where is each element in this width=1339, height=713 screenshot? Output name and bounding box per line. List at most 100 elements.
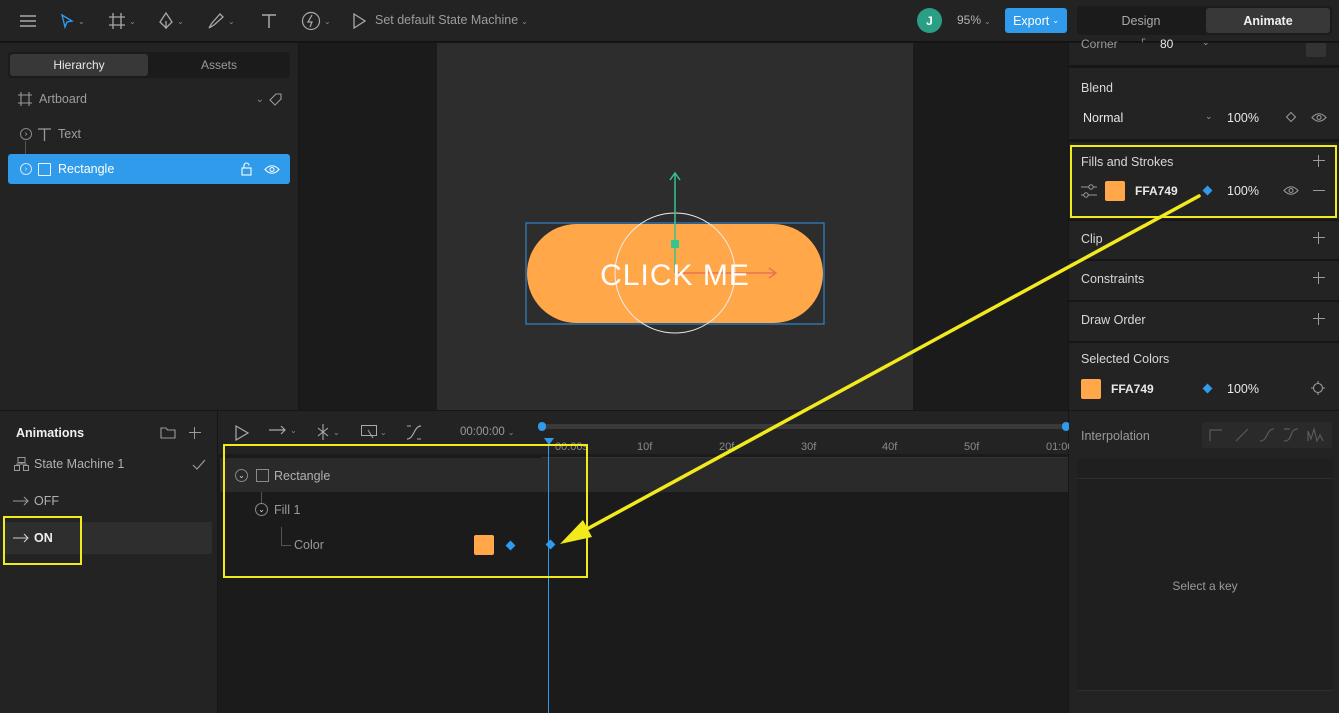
events-tool-button[interactable]: ⌄ (301, 10, 331, 32)
top-toolbar: ⌄ ⌄ ⌄ ⌄ ⌄ Set default State Machine ⌄ J 9… (0, 0, 1339, 42)
panel-tabs: Hierarchy Assets (8, 52, 290, 78)
work-area-start-handle[interactable] (538, 422, 546, 431)
pen-icon (159, 12, 173, 29)
loop-mode-button[interactable]: ⌄ (269, 425, 297, 435)
corner-radius-icon: ⌜ (1141, 38, 1147, 50)
keyframe-icon[interactable] (1202, 383, 1213, 394)
text-icon (38, 127, 51, 141)
ruler-label: 40f (882, 441, 898, 453)
pointer-icon (60, 13, 74, 29)
highlight-box-on (3, 516, 82, 565)
selected-color-swatch[interactable] (1081, 379, 1101, 399)
selected-colors-section: Selected Colors FFA749 100% (1069, 343, 1339, 410)
hierarchy-item-text[interactable]: › Text (8, 119, 290, 149)
selected-color-hex[interactable]: FFA749 (1111, 382, 1154, 396)
zoom-value: 95% (957, 13, 982, 27)
hierarchy-item-label: Artboard (39, 92, 87, 106)
export-button[interactable]: Export ⌄ (1005, 8, 1067, 33)
hierarchy-item-label: Text (58, 127, 81, 141)
artboard[interactable]: CLICK ME (437, 43, 913, 410)
animation-item-state-machine[interactable]: State Machine 1 (8, 452, 212, 476)
hierarchy-item-artboard[interactable]: Artboard ⌄ (8, 84, 290, 114)
interpolation-icons (1209, 428, 1324, 442)
clip-title: Clip (1081, 232, 1103, 246)
hierarchy-panel: Hierarchy Assets Artboard ⌄ › Text › Rec… (0, 43, 298, 410)
arrow-right-icon (13, 496, 29, 506)
play-icon[interactable] (235, 425, 249, 441)
tab-assets[interactable]: Assets (150, 54, 288, 76)
origin-handle[interactable] (671, 240, 679, 248)
state-machine-selector[interactable]: Set default State Machine ⌄ (375, 13, 528, 27)
interpolation-graph: Select a key (1077, 479, 1333, 691)
select-tool-button[interactable]: ⌄ (59, 10, 85, 32)
interpolation-title: Interpolation (1081, 429, 1150, 443)
play-icon[interactable] (352, 10, 366, 32)
add-clip-icon[interactable] (1313, 232, 1325, 244)
inspector-panel: Corner ⌜ 80 ⌄ Blend Normal ⌄ 100% Fills … (1069, 37, 1339, 410)
interpolation-header (1077, 459, 1333, 479)
shape-tool-button[interactable]: ⌄ (207, 10, 235, 32)
selected-color-opacity[interactable]: 100% (1227, 382, 1259, 396)
stage-canvas[interactable]: CLICK ME (299, 43, 1068, 410)
selected-colors-title: Selected Colors (1081, 352, 1170, 366)
snap-button[interactable]: ⌄ (316, 424, 340, 440)
check-icon (192, 459, 206, 470)
ruler-label: 10f (637, 441, 653, 453)
blend-mode-select[interactable]: Normal (1083, 111, 1123, 125)
curve-icon[interactable] (406, 425, 422, 440)
highlight-box-track (223, 444, 588, 578)
linear-icon[interactable] (1235, 428, 1249, 442)
keyframe-empty-icon[interactable] (1286, 112, 1296, 122)
time-display[interactable]: 00:00:00 ⌄ (460, 426, 514, 438)
time-value: 00:00:00 (460, 426, 505, 438)
state-machine-icon (14, 457, 29, 471)
text-tool-button[interactable] (260, 10, 278, 32)
target-icon[interactable] (1311, 381, 1325, 395)
expand-icon[interactable]: › (20, 128, 32, 140)
animate-mode-tab[interactable]: Animate (1206, 8, 1330, 33)
highlight-box-fills (1070, 145, 1337, 218)
unlock-icon[interactable] (241, 162, 252, 176)
add-draw-order-icon[interactable] (1313, 313, 1325, 325)
corner-value[interactable]: 80 (1160, 37, 1173, 51)
avatar[interactable]: J (917, 8, 942, 33)
animation-label: OFF (34, 494, 59, 508)
tag-icon[interactable] (269, 92, 282, 106)
pen-tool-button[interactable]: ⌄ (158, 10, 184, 32)
time-ruler[interactable]: 00:00s 10f 20f 30f 40f 50f 01:00 (541, 438, 1074, 458)
artboard-icon (109, 13, 125, 29)
blend-opacity[interactable]: 100% (1227, 111, 1259, 125)
draw-order-section: Draw Order (1069, 302, 1339, 341)
artboard-tool-button[interactable]: ⌄ (108, 10, 136, 32)
chevron-down-icon[interactable]: ⌄ (1202, 37, 1210, 48)
add-constraint-icon[interactable] (1313, 272, 1325, 284)
expand-icon[interactable]: › (20, 163, 32, 175)
chevron-down-icon[interactable]: ⌄ (1205, 111, 1213, 122)
chevron-down-icon[interactable]: ⌄ (256, 94, 264, 105)
elastic-icon[interactable] (1283, 428, 1299, 442)
animation-item-off[interactable]: OFF (8, 489, 212, 513)
add-animation-icon[interactable] (189, 427, 201, 439)
hierarchy-item-rectangle[interactable]: › Rectangle (8, 154, 290, 184)
constraints-section: Constraints (1069, 261, 1339, 300)
ruler-label: 20f (719, 441, 735, 453)
text-tool-icon (262, 14, 276, 28)
eye-icon[interactable] (264, 164, 280, 175)
cubic-icon[interactable] (1259, 428, 1275, 442)
design-mode-tab[interactable]: Design (1079, 8, 1203, 33)
ruler-label: 50f (964, 441, 980, 453)
blend-title: Blend (1081, 81, 1113, 95)
menu-icon[interactable] (19, 10, 37, 32)
clip-section: Clip (1069, 221, 1339, 259)
interpolation-types (1202, 422, 1332, 448)
view-options-button[interactable]: ⌄ (361, 425, 387, 439)
tab-hierarchy[interactable]: Hierarchy (10, 54, 148, 76)
blend-section: Blend Normal ⌄ 100% (1069, 68, 1339, 139)
work-area-bar[interactable] (541, 424, 1066, 429)
hold-icon[interactable] (1209, 429, 1222, 441)
zoom-selector[interactable]: 95% ⌄ (957, 13, 991, 27)
folder-icon[interactable] (160, 426, 176, 439)
eye-icon[interactable] (1311, 112, 1327, 123)
link-toggle[interactable] (1306, 43, 1326, 57)
bounce-icon[interactable] (1307, 428, 1324, 442)
